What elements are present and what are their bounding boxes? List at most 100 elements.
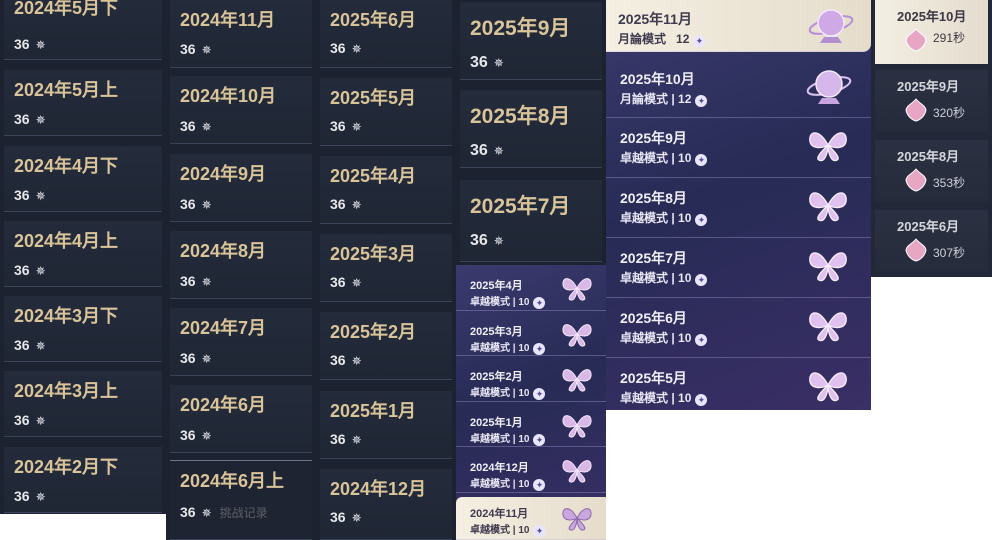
mode-count: 12 <box>676 32 690 46</box>
mode-count: 10 <box>518 434 530 445</box>
time-record-column: 2025年10月 291秒 2025年9月 320秒 2025年8月 353秒 … <box>871 0 992 277</box>
mode-row[interactable]: 2025年6月 卓越模式 | 10 ✦ <box>606 298 871 358</box>
mode-row-title: 2025年8月 <box>620 190 687 206</box>
star-count: 36 <box>330 196 346 212</box>
record-card[interactable]: 2024年6月上 36 ✵ 挑战记录 <box>170 460 312 540</box>
record-card[interactable]: 2025年4月 36 ✵ <box>320 156 452 224</box>
star-count: 36 <box>180 273 196 289</box>
mode-count: 10 <box>678 331 692 345</box>
gem-icon: ✦ <box>533 297 546 309</box>
star-count: 36 <box>180 41 196 57</box>
record-card[interactable]: 2024年4月上 36 ✵ <box>4 221 162 287</box>
time-record-title: 2025年10月 <box>897 9 967 24</box>
flower-icon <box>905 98 927 122</box>
time-record-card-selected[interactable]: 2025年10月 291秒 <box>875 0 988 64</box>
mode-row[interactable]: 2025年4月 卓越模式 | 10 ✦ <box>456 265 606 311</box>
mode-row-title: 2025年1月 <box>470 417 523 429</box>
mode-label: 卓越模式 <box>470 343 510 354</box>
time-record-card[interactable]: 2025年9月 320秒 <box>875 70 988 132</box>
gem-icon: ✦ <box>533 343 546 355</box>
record-card[interactable]: 2024年5月上 36 ✵ <box>4 70 162 136</box>
mode-label: 卓越模式 <box>620 211 669 225</box>
record-card[interactable]: 2024年12月 36 ✵ <box>320 469 452 540</box>
butterfly-icon <box>562 324 592 347</box>
mode-label: 卓越模式 <box>470 525 510 536</box>
star-count: 36 <box>330 118 346 134</box>
record-title: 2024年3月下 <box>14 306 119 326</box>
record-card[interactable]: 2025年9月 36 ✵ <box>460 2 602 80</box>
record-card[interactable]: 2024年4月下 36 ✵ <box>4 146 162 212</box>
star-icon: ✵ <box>201 429 212 443</box>
star-icon: ✵ <box>35 264 46 278</box>
star-icon: ✵ <box>35 414 46 428</box>
flower-icon <box>905 168 927 192</box>
record-card[interactable]: 2025年8月 36 ✵ <box>460 90 602 168</box>
mode-list-small: 2025年4月 卓越模式 | 10 ✦ 2025年3月 卓越模式 | 10 ✦ 20… <box>456 265 606 540</box>
record-card[interactable]: 2025年5月 36 ✵ <box>320 78 452 146</box>
mode-row[interactable]: 2025年2月 卓越模式 | 10 ✦ <box>456 356 606 402</box>
star-count: 36 <box>330 40 346 56</box>
record-card[interactable]: 2024年11月 36 ✵ <box>170 0 312 68</box>
gem-icon: ✦ <box>695 214 708 226</box>
mode-row[interactable]: 2025年1月 卓越模式 | 10 ✦ <box>456 402 606 447</box>
mode-count: 10 <box>518 343 530 354</box>
star-icon: ✵ <box>351 42 362 56</box>
record-card[interactable]: 2024年10月 36 ✵ <box>170 76 312 144</box>
star-count: 36 <box>180 427 196 443</box>
mode-row[interactable]: 2024年12月 卓越模式 | 10 ✦ <box>456 447 606 493</box>
record-card[interactable]: 2024年3月下 36 ✵ <box>4 296 162 362</box>
record-card[interactable]: 2024年3月上 36 ✵ <box>4 371 162 437</box>
mode-row-title: 2025年10月 <box>620 71 695 87</box>
record-title: 2024年4月下 <box>14 156 119 176</box>
mode-row[interactable]: 2025年10月 月論模式 | 12 ✦ <box>606 60 871 118</box>
butterfly-icon <box>562 278 592 301</box>
time-record-card[interactable]: 2025年8月 353秒 <box>875 140 988 202</box>
mode-row-title: 2025年3月 <box>470 326 523 338</box>
record-card[interactable]: 2024年8月 36 ✵ <box>170 231 312 299</box>
mode-row[interactable]: 2025年8月 卓越模式 | 10 ✦ <box>606 178 871 238</box>
record-card[interactable]: 2025年3月 36 ✵ <box>320 234 452 302</box>
star-count: 36 <box>180 504 196 520</box>
star-icon: ✵ <box>35 339 46 353</box>
record-card[interactable]: 2024年5月下 36 ✵ <box>4 0 162 60</box>
mode-row[interactable]: 2025年7月 卓越模式 | 10 ✦ <box>606 238 871 298</box>
butterfly-icon <box>809 312 847 342</box>
mode-row-title: 2024年11月 <box>470 508 529 520</box>
record-title: 2025年6月 <box>330 10 417 30</box>
record-title: 2024年4月上 <box>14 231 119 251</box>
record-card[interactable]: 2024年9月 36 ✵ <box>170 154 312 222</box>
gem-icon: ✦ <box>695 334 708 346</box>
star-count: 36 <box>14 187 30 203</box>
record-title: 2025年7月 <box>470 195 571 218</box>
mode-list-large: 2025年11月 月論模式 12 ✦ 2025年10月 月論模式 | 12 ✦ 20… <box>606 0 871 410</box>
gem-icon: ✦ <box>695 274 708 286</box>
mode-label: 卓越模式 <box>620 271 669 285</box>
record-card[interactable]: 2025年7月 36 ✵ <box>460 180 602 262</box>
record-title: 2025年1月 <box>330 401 417 421</box>
time-record-card[interactable]: 2025年6月 307秒 <box>875 210 988 272</box>
mode-count: 10 <box>518 297 530 308</box>
mode-row[interactable]: 2025年5月 卓越模式 | 10 ✦ <box>606 358 871 410</box>
mode-row[interactable]: 2025年3月 卓越模式 | 10 ✦ <box>456 311 606 356</box>
star-icon: ✵ <box>351 433 362 447</box>
time-record-title: 2025年8月 <box>897 149 960 164</box>
record-card[interactable]: 2025年1月 36 ✵ <box>320 391 452 459</box>
record-title: 2024年7月 <box>180 318 267 338</box>
butterfly-icon <box>809 132 847 162</box>
mode-row[interactable]: 2025年9月 卓越模式 | 10 ✦ <box>606 118 871 178</box>
star-icon: ✵ <box>201 506 212 520</box>
record-card[interactable]: 2024年7月 36 ✵ <box>170 308 312 376</box>
mode-count: 10 <box>678 151 692 165</box>
record-card[interactable]: 2025年2月 36 ✵ <box>320 312 452 380</box>
star-count: 36 <box>330 274 346 290</box>
record-card[interactable]: 2024年2月下 36 ✵ <box>4 447 162 513</box>
star-icon: ✵ <box>201 275 212 289</box>
mode-row-selected[interactable]: 2025年11月 月論模式 12 ✦ <box>606 0 871 52</box>
star-icon: ✵ <box>201 43 212 57</box>
record-title: 2025年4月 <box>330 166 417 186</box>
mode-row-selected[interactable]: 2024年11月 卓越模式 | 10 ✦ <box>456 497 606 540</box>
time-value: 291秒 <box>933 31 966 45</box>
record-card[interactable]: 2025年6月 36 ✵ <box>320 0 452 68</box>
record-card[interactable]: 2024年6月 36 ✵ <box>170 385 312 453</box>
mode-row-title: 2025年9月 <box>620 130 687 146</box>
